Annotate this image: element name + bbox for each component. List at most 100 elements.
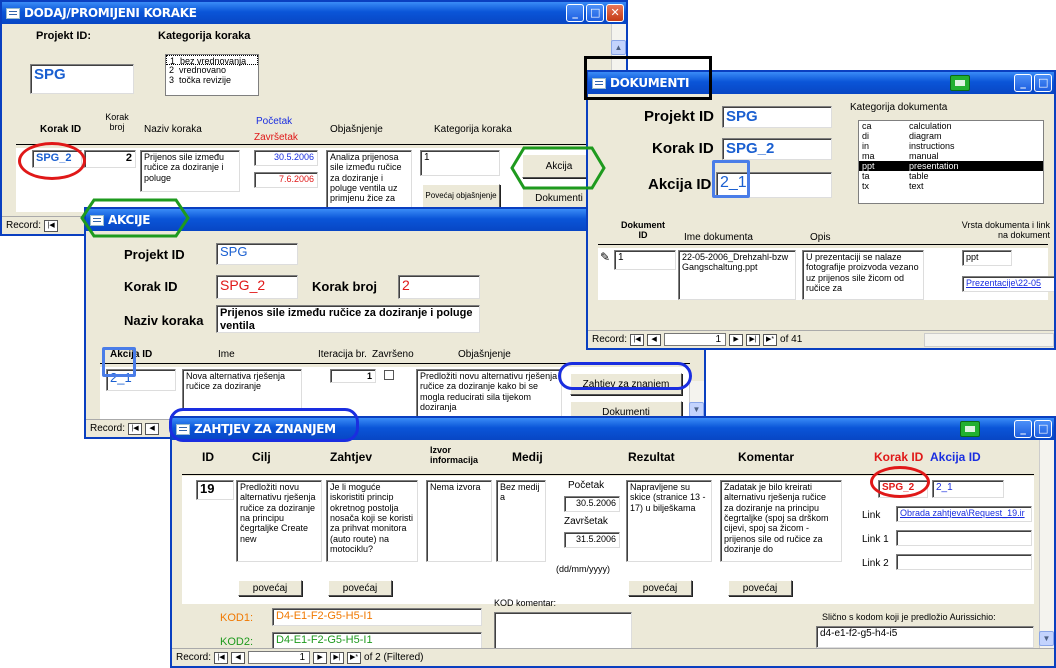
zavrseno-checkbox[interactable]	[384, 370, 394, 380]
record-label: Record:	[6, 220, 42, 231]
list-item[interactable]: ta table	[859, 171, 1043, 181]
povecaj-zahtjev-button[interactable]: povećaj	[328, 580, 392, 596]
title-bar[interactable]: DODAJ/PROMIJENI KORAKE _ □ ✕	[2, 2, 626, 24]
maximize-icon[interactable]: □	[1034, 420, 1052, 438]
next-record-icon[interactable]: ▶	[729, 333, 744, 346]
list-item[interactable]: 1 bez vrednovanja	[166, 55, 258, 66]
list-item[interactable]: 3 točka revizije	[166, 75, 258, 85]
last-record-icon[interactable]: ▶|	[746, 333, 761, 346]
povecaj-rezultat-button[interactable]: povećaj	[628, 580, 692, 596]
new-record-icon[interactable]: ▶*	[347, 651, 362, 664]
first-record-icon[interactable]: |◀	[128, 422, 143, 435]
link-field[interactable]: Prezentacije\22-05	[962, 276, 1054, 292]
povecaj-cilj-button[interactable]: povećaj	[238, 580, 302, 596]
projekt-field[interactable]: SPG	[30, 64, 134, 94]
scroll-down-icon[interactable]: ▼	[689, 402, 704, 417]
maximize-icon[interactable]: □	[1034, 74, 1052, 92]
medij-field[interactable]: Bez medij a	[496, 480, 546, 562]
print-icon[interactable]	[950, 75, 970, 91]
prev-record-icon[interactable]: ◀	[231, 651, 246, 664]
slicno-field[interactable]: d4-e1-f2-g5-h4-i5	[816, 626, 1034, 648]
link2-field[interactable]	[896, 554, 1032, 570]
close-icon[interactable]: ✕	[606, 4, 624, 22]
header-pocetak: Početak	[256, 116, 293, 127]
cilj-field[interactable]: Predložiti novu alternativu rješenja ruč…	[236, 480, 322, 562]
akcija-id-field[interactable]: 2_1	[106, 369, 176, 391]
korak-broj-field[interactable]: 2	[398, 275, 480, 299]
opis-field[interactable]: U prezentaciji se nalaze fotografije pro…	[802, 250, 924, 300]
title-bar[interactable]: ZAHTJEV ZA ZNANJEM _□✕	[172, 418, 1054, 440]
id-field[interactable]: 19	[196, 480, 234, 500]
kategorija-dokumenta-list[interactable]: ca calculation di diagram in instructions m…	[858, 120, 1044, 204]
korak-field[interactable]: SPG_2	[216, 275, 298, 299]
header-iteracija: Iteracija br.	[318, 349, 367, 360]
list-item[interactable]: 2 vrednovano	[166, 65, 258, 75]
list-item[interactable]: ma manual	[859, 151, 1043, 161]
projekt-field[interactable]: SPG	[722, 106, 832, 128]
scroll-down-icon[interactable]: ▼	[1039, 631, 1054, 646]
kod2-label: KOD2:	[220, 636, 254, 648]
minimize-icon[interactable]: _	[1014, 74, 1032, 92]
header-vrsta: Vrsta dokumenta i link na dokument	[961, 220, 1050, 240]
print-icon[interactable]	[960, 421, 980, 437]
korak-id-field[interactable]: SPG_2	[32, 150, 82, 168]
akcija-id-field[interactable]: 2_1	[932, 480, 1004, 498]
rezultat-field[interactable]: Napravljene su skice (stranice 13 - 17) …	[626, 480, 712, 562]
list-item[interactable]: di diagram	[859, 131, 1043, 141]
prev-record-icon[interactable]: ◀	[145, 422, 160, 435]
dokument-id-field[interactable]: 1	[614, 250, 676, 270]
link-field[interactable]: Obrada zahtjeva\Request_19.ir	[896, 506, 1032, 522]
zavrsetak-field[interactable]: 7.6.2006	[254, 172, 318, 188]
komentar-field[interactable]: Zadatak je bilo kreirati alternativu rje…	[720, 480, 842, 562]
prev-record-icon[interactable]: ◀	[647, 333, 662, 346]
iteracija-field[interactable]: 1	[330, 369, 376, 383]
minimize-icon[interactable]: _	[566, 4, 584, 22]
korak-field[interactable]: SPG_2	[722, 138, 832, 160]
record-number[interactable]: 1	[248, 651, 311, 664]
minimize-icon[interactable]: _	[1014, 420, 1032, 438]
form-icon	[592, 77, 606, 89]
pocetak-field[interactable]: 30.5.2006	[254, 150, 318, 166]
next-record-icon[interactable]: ▶	[313, 651, 328, 664]
naziv-field[interactable]: Prijenos sile između ručice za doziranje…	[216, 305, 480, 333]
ime-field[interactable]: Nova alternativa rješenja ručice za dozi…	[182, 369, 302, 409]
last-record-icon[interactable]: ▶|	[330, 651, 345, 664]
korak-id-field[interactable]: SPG_2	[878, 480, 928, 498]
zavrsetak-field[interactable]: 31.5.2006	[564, 532, 620, 548]
record-number[interactable]: 1	[664, 333, 727, 346]
zahtjev-za-znanjem-button[interactable]: Zahtjev za znanjem	[570, 373, 682, 395]
title-bar[interactable]: DOKUMENTI _□✕	[588, 72, 1054, 94]
vrsta-field[interactable]: ppt	[962, 250, 1012, 266]
first-record-icon[interactable]: |◀	[44, 219, 59, 232]
ime-dokumenta-field[interactable]: 22-05-2006_Drehzahl-bzw Gangschaltung.pp…	[678, 250, 796, 300]
projekt-field[interactable]: SPG	[216, 243, 298, 265]
izvor-field[interactable]: Nema izvora	[426, 480, 492, 562]
kategorija-field[interactable]: 1	[420, 150, 500, 176]
scroll-up-icon[interactable]: ▲	[611, 40, 626, 55]
projekt-label: Projekt ID	[644, 108, 715, 125]
akcija-field[interactable]: 2_1	[716, 172, 832, 198]
list-item[interactable]: in instructions	[859, 141, 1043, 151]
vertical-scrollbar[interactable]	[1039, 440, 1054, 648]
korak-broj-field[interactable]: 2	[84, 150, 136, 168]
kategorija-koraka-list[interactable]: 1 bez vrednovanja 2 vrednovano 3 točka r…	[165, 54, 259, 96]
objasnjenje-field[interactable]: Analiza prijenosa sile između ručice za …	[326, 150, 412, 212]
header-medij: Medij	[512, 450, 543, 464]
list-item[interactable]: tx text	[859, 181, 1043, 191]
horizontal-scrollbar[interactable]	[924, 333, 1054, 347]
povecaj-objasnjenje-button[interactable]: Povećaj objašnjenje	[422, 184, 500, 208]
zahtjev-field[interactable]: Je li moguće iskoristiti princip okretno…	[326, 480, 418, 562]
first-record-icon[interactable]: |◀	[214, 651, 229, 664]
first-record-icon[interactable]: |◀	[630, 333, 645, 346]
link1-field[interactable]	[896, 530, 1032, 546]
kod1-field[interactable]: D4-E1-F2-G5-H5-I1	[272, 608, 482, 626]
header-korak-id: Korak ID	[874, 450, 924, 464]
new-record-icon[interactable]: ▶*	[763, 333, 778, 346]
pocetak-field[interactable]: 30.5.2006	[564, 496, 620, 512]
list-item[interactable]: ca calculation	[859, 121, 1043, 131]
naziv-field[interactable]: Prijenos sile između ručice za doziranje…	[140, 150, 240, 192]
maximize-icon[interactable]: □	[586, 4, 604, 22]
akcija-button[interactable]: Akcija	[522, 154, 596, 178]
list-item-selected[interactable]: ppt presentation	[859, 161, 1043, 171]
povecaj-komentar-button[interactable]: povećaj	[728, 580, 792, 596]
